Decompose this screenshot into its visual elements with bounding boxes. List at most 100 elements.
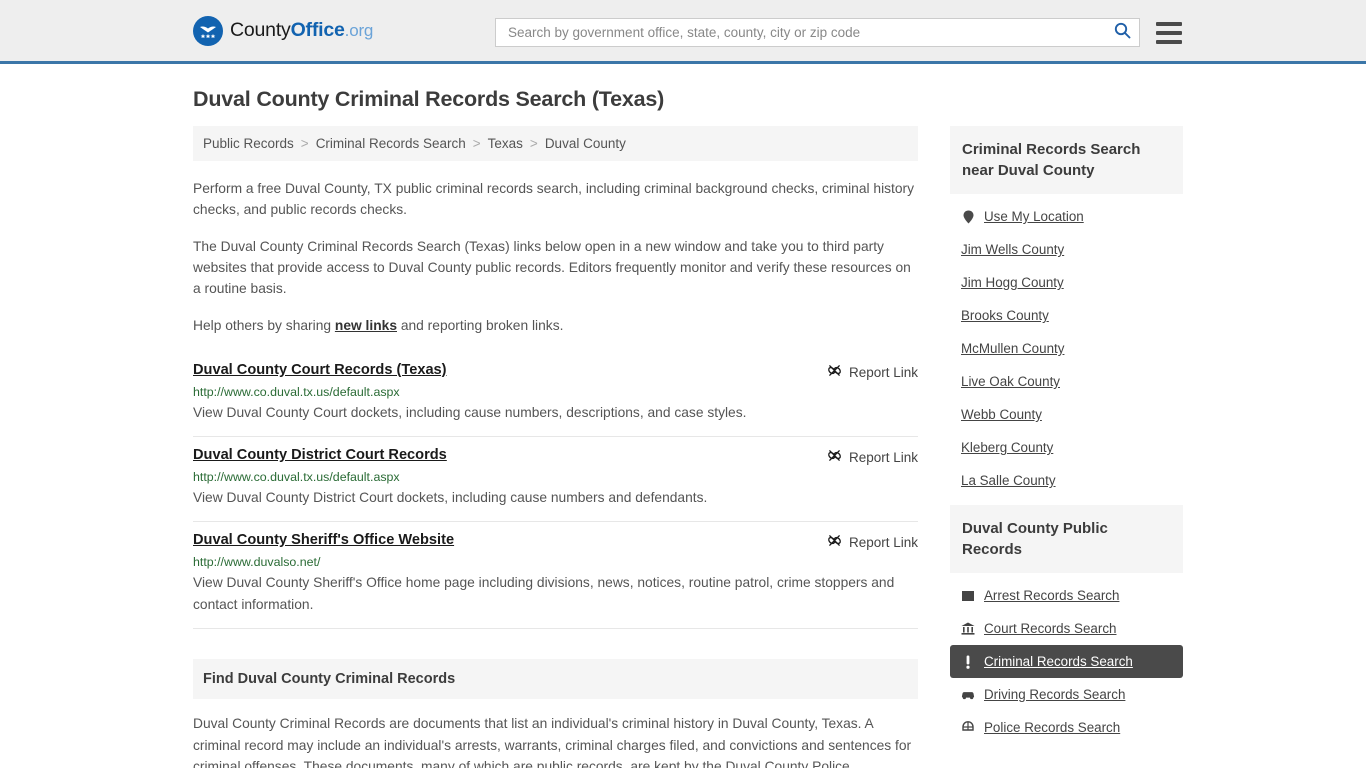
- listing-title-link[interactable]: Duval County Sheriff's Office Website: [193, 532, 454, 548]
- nearby-counties-heading: Criminal Records Search near Duval Count…: [950, 126, 1183, 194]
- sidebar-item-brooks-county[interactable]: Brooks County: [950, 299, 1183, 332]
- logo-text-county: County: [230, 19, 291, 41]
- listing-header: Duval County District Court Records Repo…: [193, 447, 918, 466]
- public-records-heading: Duval County Public Records: [950, 505, 1183, 573]
- intro-paragraph-2: The Duval County Criminal Records Search…: [193, 239, 911, 296]
- listings: Duval County Court Records (Texas) Repor…: [193, 358, 918, 629]
- sidebar-item-label: Jim Hogg County: [961, 275, 1064, 290]
- logo-text-office: Office: [290, 19, 345, 41]
- search-box[interactable]: [495, 18, 1140, 47]
- sidebar-item-label: Webb County: [961, 407, 1042, 422]
- sidebar-item-kleberg-county[interactable]: Kleberg County: [950, 431, 1183, 464]
- breadcrumb-separator: >: [300, 136, 309, 151]
- breadcrumb-item-criminal-records-search[interactable]: Criminal Records Search: [316, 136, 466, 151]
- sidebar-item-label: Brooks County: [961, 308, 1049, 323]
- hamburger-bar: [1156, 39, 1182, 44]
- sidebar-item-label: Live Oak County: [961, 374, 1060, 389]
- main-column: Public Records > Criminal Records Search…: [193, 126, 918, 768]
- site-header: CountyOffice.org: [0, 0, 1366, 64]
- public-records-panel: Duval County Public Records Arrest Recor…: [950, 505, 1183, 744]
- report-link-label: Report Link: [848, 534, 918, 550]
- nearby-counties-list: Use My Location Jim Wells County Jim Hog…: [950, 194, 1183, 497]
- header-search-area: [495, 18, 1182, 47]
- listing-url[interactable]: http://www.co.duval.tx.us/default.aspx: [193, 385, 918, 399]
- listing-item: Duval County District Court Records Repo…: [193, 437, 918, 522]
- hamburger-bar: [1156, 21, 1182, 26]
- sidebar-item-criminal-records-search[interactable]: Criminal Records Search: [950, 645, 1183, 678]
- sidebar-item-label: La Salle County: [961, 473, 1056, 488]
- listing-description: View Duval County Court dockets, includi…: [193, 405, 747, 420]
- report-link-label: Report Link: [848, 364, 918, 380]
- sidebar-item-police-records-search[interactable]: Police Records Search: [950, 711, 1183, 744]
- sidebar-item-label: Jim Wells County: [961, 242, 1065, 257]
- county-office-logo-icon: [193, 15, 223, 46]
- new-links-link[interactable]: new links: [335, 318, 397, 333]
- car-icon: [961, 688, 975, 702]
- logo-text-org: .org: [344, 21, 374, 40]
- search-icon[interactable]: [1114, 22, 1131, 44]
- listing-item: Duval County Court Records (Texas) Repor…: [193, 358, 918, 437]
- broken-link-icon: [827, 363, 842, 381]
- sidebar-item-jim-wells-county[interactable]: Jim Wells County: [950, 233, 1183, 266]
- listing-item: Duval County Sheriff's Office Website Re…: [193, 522, 918, 629]
- map-pin-icon: [961, 210, 975, 224]
- find-records-section: Find Duval County Criminal Records Duval…: [193, 659, 918, 768]
- listing-header: Duval County Sheriff's Office Website Re…: [193, 532, 918, 551]
- intro-section: Perform a free Duval County, TX public c…: [193, 178, 918, 336]
- sidebar-item-label: Driving Records Search: [984, 687, 1126, 702]
- listing-header: Duval County Court Records (Texas) Repor…: [193, 362, 918, 381]
- listing-title-link[interactable]: Duval County District Court Records: [193, 447, 447, 463]
- broken-link-icon: [827, 533, 842, 551]
- square-icon: [961, 589, 975, 603]
- sidebar: Criminal Records Search near Duval Count…: [950, 126, 1183, 752]
- sidebar-item-driving-records-search[interactable]: Driving Records Search: [950, 678, 1183, 711]
- sidebar-item-mcmullen-county[interactable]: McMullen County: [950, 332, 1183, 365]
- breadcrumb-item-texas[interactable]: Texas: [488, 136, 523, 151]
- sidebar-item-court-records-search[interactable]: Court Records Search: [950, 612, 1183, 645]
- breadcrumb-item-public-records[interactable]: Public Records: [203, 136, 294, 151]
- courthouse-icon: [961, 622, 975, 636]
- sidebar-item-arrest-records-search[interactable]: Arrest Records Search: [950, 579, 1183, 612]
- listing-description: View Duval County Sheriff's Office home …: [193, 575, 895, 612]
- police-badge-icon: [961, 721, 975, 735]
- public-records-list: Arrest Records Search Court Records Sear…: [950, 573, 1183, 744]
- intro-paragraph-1: Perform a free Duval County, TX public c…: [193, 181, 915, 217]
- intro-p3-before: Help others by sharing: [193, 318, 335, 333]
- content-columns: Public Records > Criminal Records Search…: [193, 126, 1183, 768]
- intro-paragraph-3: Help others by sharing new links and rep…: [193, 315, 918, 336]
- sidebar-item-use-my-location[interactable]: Use My Location: [950, 200, 1183, 233]
- breadcrumb: Public Records > Criminal Records Search…: [193, 126, 918, 161]
- breadcrumb-separator: >: [472, 136, 481, 151]
- nearby-counties-panel: Criminal Records Search near Duval Count…: [950, 126, 1183, 497]
- site-logo-text: CountyOffice.org: [230, 19, 373, 42]
- sidebar-item-webb-county[interactable]: Webb County: [950, 398, 1183, 431]
- sidebar-item-jim-hogg-county[interactable]: Jim Hogg County: [950, 266, 1183, 299]
- sidebar-item-label: McMullen County: [961, 341, 1065, 356]
- sidebar-item-label: Kleberg County: [961, 440, 1054, 455]
- sidebar-item-label: Use My Location: [984, 209, 1084, 224]
- site-logo[interactable]: CountyOffice.org: [193, 15, 373, 46]
- exclamation-icon: [961, 655, 975, 669]
- listing-url[interactable]: http://www.co.duval.tx.us/default.aspx: [193, 470, 918, 484]
- breadcrumb-item-duval-county[interactable]: Duval County: [545, 136, 626, 151]
- find-records-body: Duval County Criminal Records are docume…: [193, 716, 912, 768]
- hamburger-bar: [1156, 30, 1182, 35]
- page-container: Duval County Criminal Records Search (Te…: [0, 87, 1366, 768]
- sidebar-item-label: Arrest Records Search: [984, 588, 1120, 603]
- sidebar-item-live-oak-county[interactable]: Live Oak County: [950, 365, 1183, 398]
- report-link-label: Report Link: [848, 449, 918, 465]
- report-link-button[interactable]: Report Link: [827, 532, 918, 551]
- listing-url[interactable]: http://www.duvalso.net/: [193, 555, 918, 569]
- sidebar-item-label: Court Records Search: [984, 621, 1117, 636]
- search-input[interactable]: [506, 24, 1110, 41]
- sidebar-item-label: Police Records Search: [984, 720, 1121, 735]
- breadcrumb-separator: >: [529, 136, 538, 151]
- broken-link-icon: [827, 448, 842, 466]
- hamburger-menu-icon[interactable]: [1156, 21, 1182, 44]
- report-link-button[interactable]: Report Link: [827, 362, 918, 381]
- report-link-button[interactable]: Report Link: [827, 447, 918, 466]
- page-title: Duval County Criminal Records Search (Te…: [193, 87, 665, 111]
- listing-title-link[interactable]: Duval County Court Records (Texas): [193, 362, 447, 378]
- sidebar-item-la-salle-county[interactable]: La Salle County: [950, 464, 1183, 497]
- sidebar-item-label: Criminal Records Search: [984, 654, 1133, 669]
